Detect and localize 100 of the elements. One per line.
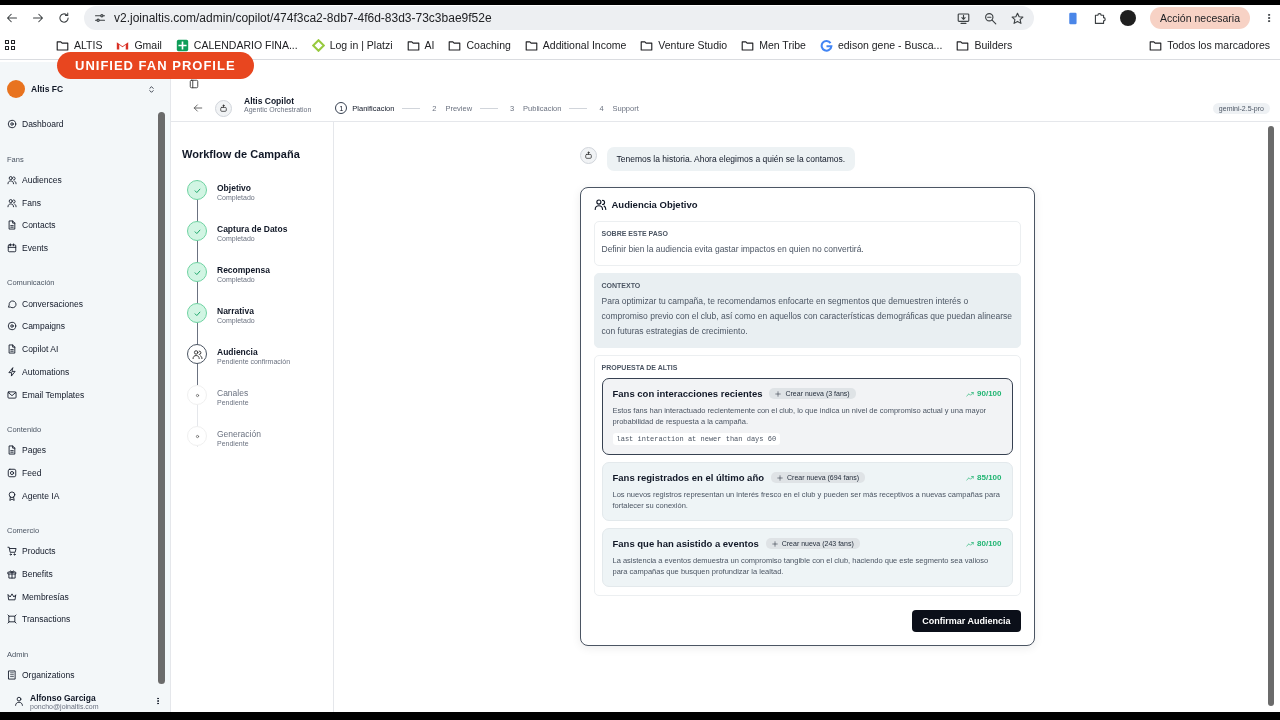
chevron-updown-icon [147, 84, 156, 94]
folder-icon [56, 38, 69, 52]
confirm-button[interactable]: Confirmar Audiencia [912, 610, 1021, 632]
bookmark[interactable]: AI [406, 38, 435, 52]
nav-item[interactable]: Automations [7, 360, 155, 384]
folder-icon [448, 38, 462, 52]
nav-item[interactable]: Email Templates [7, 383, 155, 406]
trend-up-icon [966, 389, 975, 398]
people-icon [7, 175, 17, 186]
bookmark[interactable]: Log in | Platzi [311, 38, 393, 52]
star-icon [1011, 11, 1024, 25]
back-arrow-icon [6, 12, 18, 24]
nav-item[interactable]: Membresías [7, 585, 155, 608]
nav-item[interactable]: Organizations [7, 663, 155, 687]
more-icon [154, 697, 162, 705]
envelope-icon [7, 389, 17, 400]
bookmark[interactable]: Men Tribe [741, 38, 806, 52]
award-icon [7, 490, 17, 501]
calendar-icon [7, 243, 17, 254]
reload-icon [58, 12, 70, 24]
nav-item[interactable]: Feed [7, 461, 155, 485]
nav-item[interactable]: Conversaciones [7, 292, 155, 316]
diamond-icon [311, 38, 325, 52]
nav-item[interactable]: Events [7, 236, 155, 260]
plus-icon [777, 474, 783, 481]
overlay-badge: UNIFIED FAN PROFILE [57, 52, 254, 79]
bookmark[interactable]: Venture Studio [640, 38, 728, 52]
back-button[interactable] [193, 103, 203, 113]
address-bar[interactable]: v2.joinaltis.com/admin/copilot/474f3ca2-8db7-4f6d-83d3-73c3bae9f52e [84, 6, 1034, 30]
spreadsheet-icon [175, 38, 189, 52]
nav-item[interactable]: Copilot AI [7, 337, 155, 361]
nav-item[interactable]: Contacts [7, 214, 155, 237]
folder-icon [406, 38, 420, 52]
puzzle-icon [1093, 11, 1107, 25]
nav-item[interactable]: Campaigns [7, 315, 155, 338]
people-icon [7, 197, 17, 208]
bookmark[interactable]: CALENDARIO FINA... [175, 38, 298, 52]
person-icon [14, 696, 24, 706]
nav-item[interactable]: Fans [7, 191, 155, 215]
document-icon [7, 220, 17, 231]
site-settings-icon [94, 12, 106, 24]
gift-icon [7, 568, 17, 579]
segment-title: Fans registrados en el último año [612, 472, 764, 483]
crown-icon [7, 591, 17, 602]
bookmark[interactable]: Additional Income [524, 38, 627, 52]
trend-up-icon [966, 473, 975, 482]
apps-grid-icon [4, 39, 16, 51]
org-logo [7, 80, 25, 98]
bookmark[interactable]: Builders [956, 38, 1013, 52]
zoom-icon [984, 11, 997, 25]
scrollbar[interactable] [1268, 126, 1274, 706]
chat-bubble-icon [7, 298, 17, 309]
step-label: Generación [217, 429, 261, 439]
bookmark[interactable]: Gmail [116, 38, 162, 52]
folder-icon [640, 38, 654, 52]
target-icon [7, 321, 17, 332]
building-icon [7, 670, 17, 681]
folder-icon [956, 38, 970, 52]
people-icon [593, 198, 607, 211]
bookmark[interactable]: ALTIS [56, 38, 103, 52]
back-arrow-icon [193, 103, 203, 113]
bookmark[interactable]: Todos los marcadores [1149, 38, 1270, 52]
org-switcher[interactable]: Altis FC [7, 80, 162, 98]
bookmark[interactable]: Coaching [448, 38, 511, 52]
lightning-icon [7, 366, 17, 377]
folder-icon [524, 38, 538, 52]
nav-item[interactable]: Pages [7, 438, 155, 462]
nav-item[interactable]: Transactions [7, 608, 155, 631]
action-button[interactable]: Acción necesaria [1150, 7, 1250, 29]
forward-arrow-icon [32, 12, 44, 24]
folder-icon [1149, 38, 1163, 52]
document-icon [7, 445, 17, 456]
chat-message: Tenemos la historia. Ahora elegimos a quién se la contamos. [606, 147, 856, 171]
bookmark[interactable]: edison gene - Busca... [819, 38, 943, 52]
step-label: Audiencia [217, 347, 259, 357]
step-label: Captura de Datos [217, 224, 288, 234]
panel-text: Para optimizar tu campaña, te recomendamos enfocarte en segmentos que demuestren interés o compromiso previo con el club, así como en aquellos con características demográficas que puedan alinearse con futuras estrategias de crecimiento. [601, 295, 1013, 338]
segment-title: Fans con interacciones recientes [612, 388, 763, 399]
trend-up-icon [966, 539, 975, 548]
nav-item[interactable]: Audiences [7, 168, 155, 192]
avatar[interactable] [1120, 10, 1137, 26]
nav-item[interactable]: Benefits [7, 562, 155, 586]
panel-text: Definir bien la audiencia evita gastar impactos en quien no convertirá. [601, 243, 865, 256]
nav-item[interactable]: Agente IA [7, 484, 155, 507]
document-icon [7, 344, 17, 355]
g-logo-icon [819, 38, 833, 52]
step-label: Objetivo [217, 183, 252, 193]
square-icon [7, 467, 17, 478]
cart-icon [7, 546, 17, 557]
step-label: Canales [217, 388, 249, 398]
nav-item[interactable]: Products [7, 539, 155, 563]
segment-option[interactable] [601, 378, 1013, 455]
plus-icon [775, 390, 782, 397]
nav-item[interactable]: Dashboard [7, 113, 155, 136]
card-title: Audiencia Objetivo [611, 199, 698, 210]
phone-icon [1066, 11, 1080, 25]
scrollbar[interactable] [158, 112, 165, 684]
segment-title: Fans que han asistido a eventos [612, 538, 759, 549]
app-title: Altis Copilot [244, 95, 295, 106]
step-label: Recompensa [217, 265, 270, 275]
